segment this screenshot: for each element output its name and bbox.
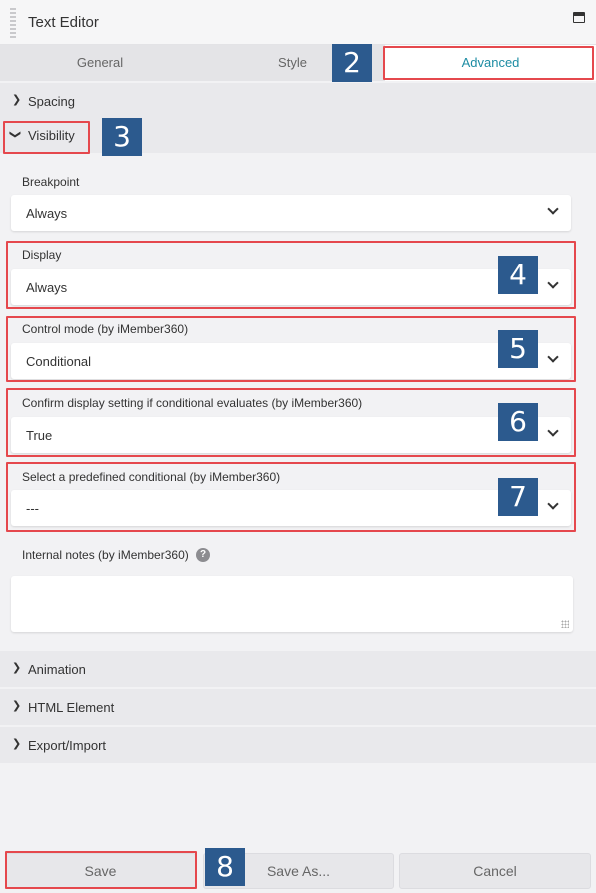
- confirm-display-label: Confirm display setting if conditional e…: [22, 396, 363, 410]
- chevron-down-icon: [547, 498, 559, 510]
- section-spacing[interactable]: ❯ Spacing: [0, 83, 596, 119]
- annotation-badge-4: 4: [498, 256, 538, 294]
- predefined-conditional-value: ---: [26, 501, 39, 516]
- resize-handle-icon[interactable]: [561, 620, 569, 628]
- section-visibility-label: Visibility: [28, 128, 75, 143]
- annotation-badge-2: 2: [332, 44, 372, 82]
- chevron-right-icon: ❯: [12, 700, 22, 712]
- tab-bar: General Style Advanced: [0, 45, 596, 81]
- annotation-badge-3: 3: [102, 118, 142, 156]
- chevron-down-icon: [547, 277, 559, 289]
- control-mode-value: Conditional: [26, 354, 92, 369]
- chevron-right-icon: ❯: [12, 662, 22, 674]
- annotation-badge-8: 8: [205, 848, 245, 886]
- control-mode-select[interactable]: Conditional: [11, 343, 571, 379]
- section-html-element[interactable]: ❯ HTML Element: [0, 689, 596, 725]
- section-export-import[interactable]: ❯ Export/Import: [0, 727, 596, 763]
- section-export-import-label: Export/Import: [28, 738, 107, 753]
- display-select[interactable]: Always: [11, 269, 571, 305]
- chevron-right-icon: ❯: [12, 738, 22, 750]
- chevron-down-icon: [547, 425, 559, 437]
- help-icon[interactable]: ?: [196, 548, 210, 562]
- annotation-badge-5: 5: [498, 330, 538, 368]
- panel-header: Text Editor: [0, 0, 596, 45]
- internal-notes-textarea[interactable]: [11, 576, 573, 632]
- control-mode-label: Control mode (by iMember360): [22, 322, 189, 336]
- annotation-badge-7: 7: [498, 478, 538, 516]
- display-label: Display: [22, 248, 62, 262]
- predefined-conditional-select[interactable]: ---: [11, 490, 571, 526]
- breakpoint-value: Always: [26, 206, 68, 221]
- drag-handle-icon[interactable]: [10, 8, 16, 38]
- cancel-button[interactable]: Cancel: [399, 853, 591, 889]
- section-visibility[interactable]: ❯ Visibility: [0, 117, 596, 153]
- tab-advanced[interactable]: Advanced: [385, 45, 596, 81]
- save-button[interactable]: Save: [5, 853, 196, 889]
- window-maximize-icon[interactable]: [573, 12, 585, 23]
- panel-title: Text Editor: [28, 14, 99, 31]
- breakpoint-label: Breakpoint: [22, 175, 80, 189]
- section-animation-label: Animation: [28, 662, 86, 677]
- chevron-down-icon: ❯: [9, 129, 22, 140]
- section-spacing-label: Spacing: [28, 94, 75, 109]
- chevron-right-icon: ❯: [12, 94, 22, 106]
- section-html-element-label: HTML Element: [28, 700, 115, 715]
- predefined-conditional-label: Select a predefined conditional (by iMem…: [22, 470, 281, 484]
- internal-notes-label: Internal notes (by iMember360): [22, 548, 189, 562]
- section-animation[interactable]: ❯ Animation: [0, 651, 596, 687]
- tab-general[interactable]: General: [0, 45, 200, 81]
- confirm-display-value: True: [26, 428, 53, 443]
- annotation-badge-6: 6: [498, 403, 538, 441]
- chevron-down-icon: [547, 351, 559, 363]
- confirm-display-select[interactable]: True: [11, 417, 571, 453]
- breakpoint-select[interactable]: Always: [11, 195, 571, 231]
- chevron-down-icon: [547, 203, 559, 215]
- display-value: Always: [26, 280, 68, 295]
